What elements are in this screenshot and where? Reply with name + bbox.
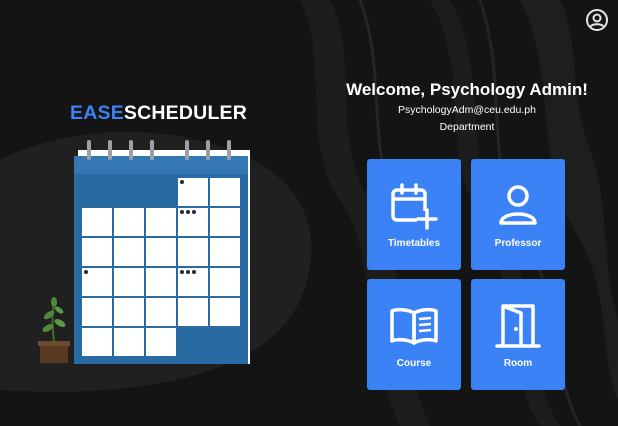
- calendar-plus-icon: [391, 183, 438, 230]
- welcome-title: Welcome, Psychology Admin!: [346, 80, 588, 99]
- course-label: Course: [396, 358, 432, 369]
- room-button[interactable]: Room: [471, 279, 565, 390]
- profile-button[interactable]: [585, 8, 609, 32]
- plant-illustration: [38, 297, 70, 363]
- course-button[interactable]: Course: [367, 279, 461, 390]
- welcome-panel: Welcome, Psychology Admin! PsychologyAdm…: [336, 80, 598, 134]
- professor-label: Professor: [494, 238, 542, 249]
- room-label: Room: [503, 358, 533, 369]
- user-icon: [499, 185, 537, 225]
- department-label: Department: [439, 121, 495, 133]
- timetables-label: Timetables: [387, 238, 441, 249]
- logo-part-scheduler: SCHEDULER: [123, 102, 248, 124]
- book-open-icon: [390, 307, 438, 345]
- timetables-button[interactable]: Timetables: [367, 159, 461, 270]
- app-logo: EASESCHEDULER: [70, 102, 247, 125]
- professor-button[interactable]: Professor: [471, 159, 565, 270]
- user-circle-icon: [586, 9, 608, 31]
- door-icon: [495, 304, 541, 348]
- logo-part-ease: EASE: [70, 102, 124, 124]
- user-email: PsychologyAdm@ceu.edu.ph: [398, 104, 536, 116]
- calendar-illustration: [38, 140, 250, 364]
